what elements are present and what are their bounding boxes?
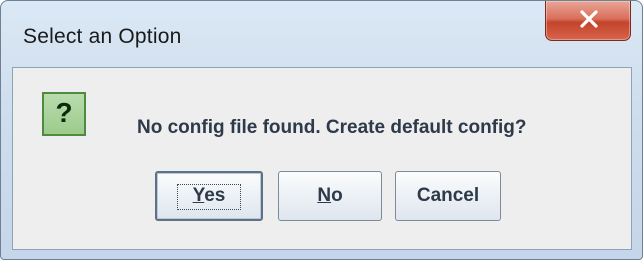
close-button[interactable] bbox=[545, 1, 631, 41]
dialog-title: Select an Option bbox=[23, 25, 182, 48]
close-icon bbox=[580, 10, 598, 28]
dialog-message: No config file found. Create default con… bbox=[137, 117, 527, 138]
yes-button[interactable]: Yes bbox=[155, 171, 263, 221]
cancel-label: Cancel bbox=[416, 185, 480, 206]
no-mnemonic: N bbox=[317, 185, 332, 206]
no-button[interactable]: No bbox=[278, 171, 382, 221]
title-bar[interactable]: Select an Option bbox=[1, 1, 642, 67]
cancel-button[interactable]: Cancel bbox=[395, 171, 501, 221]
dialog-window: Select an Option ? No config file found.… bbox=[0, 0, 643, 260]
question-icon: ? bbox=[42, 92, 86, 136]
dialog-content: ? No config file found. Create default c… bbox=[12, 67, 632, 250]
question-glyph: ? bbox=[55, 97, 73, 128]
focus-indicator bbox=[177, 184, 241, 210]
no-label-rest: o bbox=[331, 185, 343, 206]
